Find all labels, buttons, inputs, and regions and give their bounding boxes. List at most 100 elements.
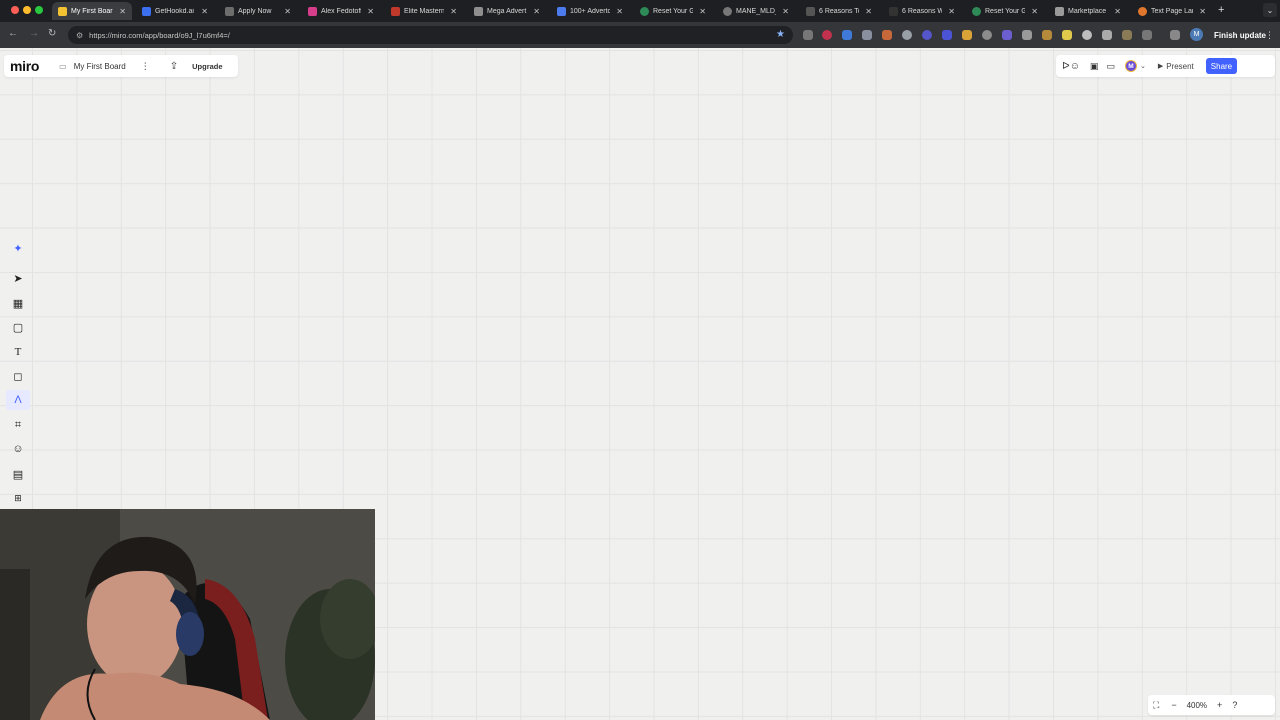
upgrade-button[interactable]: Upgrade [192, 62, 222, 71]
close-tab-icon[interactable]: ✕ [1031, 7, 1038, 16]
shapes-icon[interactable]: ◻ [6, 366, 30, 386]
site-favicon-icon [391, 6, 400, 16]
templates-icon[interactable]: ▦ [6, 293, 30, 313]
address-bar[interactable]: ⚙ https://miro.com/app/board/o9J_l7u6mf4… [68, 26, 793, 44]
webcam-overlay [0, 509, 375, 720]
close-tab-icon[interactable]: ✕ [367, 7, 374, 16]
extension-icon[interactable] [962, 30, 972, 40]
close-tab-icon[interactable]: ✕ [1114, 7, 1121, 16]
medium-favicon-icon [889, 6, 898, 16]
miro-logo[interactable]: miro [10, 58, 39, 74]
share-button[interactable]: Share [1205, 58, 1238, 74]
tab-title: GetHookd.ai [155, 7, 194, 15]
extension-icon[interactable] [1122, 30, 1132, 40]
browser-tab[interactable]: Reset Your G ✕ [966, 2, 1044, 20]
browser-tab[interactable]: 100+ Adverto ✕ [551, 2, 629, 20]
extension-icon[interactable] [862, 30, 872, 40]
browser-tab[interactable]: Elite Mastern ✕ [385, 2, 463, 20]
export-icon[interactable]: ⇪ [170, 61, 178, 72]
select-cursor-icon[interactable]: ➤ [6, 268, 30, 288]
close-tab-icon[interactable]: ✕ [1199, 7, 1206, 16]
extension-icon[interactable] [1142, 30, 1152, 40]
text-tool-icon[interactable]: T [6, 342, 30, 362]
extension-icon[interactable] [1102, 30, 1112, 40]
tab-search-chevron-icon[interactable]: ⌄ [1263, 3, 1277, 17]
extension-icon[interactable] [1002, 30, 1012, 40]
bookmark-star-icon[interactable]: ★ [776, 29, 785, 40]
browser-tab[interactable]: Marketplace ✕ [1049, 2, 1127, 20]
forward-arrow-icon[interactable]: → [29, 28, 39, 39]
browser-tab[interactable]: Mega Advert ✕ [468, 2, 546, 20]
zoom-controls: ⛶ − 400% + ? [1148, 695, 1275, 715]
close-tab-icon[interactable]: ✕ [450, 7, 457, 16]
close-tab-icon[interactable]: ✕ [119, 7, 126, 16]
zoom-out-icon[interactable]: − [1171, 700, 1176, 710]
present-label: Present [1166, 61, 1194, 71]
comment-icon[interactable]: ▤ [6, 464, 30, 484]
emoji-icon[interactable]: ☺ [6, 439, 30, 459]
browser-tab[interactable]: 6 Reasons W ✕ [883, 2, 961, 20]
sticky-note-icon[interactable]: ▢ [6, 317, 30, 337]
close-tab-icon[interactable]: ✕ [201, 7, 208, 16]
ai-sparkle-icon[interactable]: ✦ [6, 238, 30, 258]
zoom-level[interactable]: 400% [1187, 701, 1207, 710]
extensions-puzzle-icon[interactable] [1170, 30, 1180, 40]
browser-tab[interactable]: GetHookd.ai ✕ [136, 2, 214, 20]
pen-tool-icon[interactable]: Ʌ [6, 390, 30, 410]
close-tab-icon[interactable]: ✕ [699, 7, 706, 16]
extension-icon[interactable] [1082, 30, 1092, 40]
new-tab-icon[interactable]: + [1218, 4, 1224, 16]
reload-icon[interactable]: ↻ [48, 28, 56, 39]
comments-icon[interactable]: ▣ [1090, 61, 1099, 72]
browser-tab[interactable]: My First Boar ✕ [52, 2, 132, 20]
board-menu-icon[interactable]: ⋮ [141, 61, 150, 72]
browser-tab[interactable]: Reset Your G ✕ [634, 2, 712, 20]
browser-tab[interactable]: Alex Fedotoff ✕ [302, 2, 380, 20]
tab-title: Alex Fedotoff [321, 7, 362, 15]
maximize-window-button[interactable] [35, 6, 43, 14]
extension-icon[interactable] [1022, 30, 1032, 40]
board-title[interactable]: My First Board [74, 62, 126, 71]
extension-icon[interactable] [882, 30, 892, 40]
board-icon: ▭ [59, 61, 67, 71]
extension-icon[interactable] [982, 30, 992, 40]
extension-icon[interactable] [942, 30, 952, 40]
help-icon[interactable]: ? [1232, 700, 1237, 710]
board-header-panel: miro ▭ My First Board ⋮ ⇪ Upgrade [4, 55, 238, 77]
close-tab-icon[interactable]: ✕ [616, 7, 623, 16]
close-tab-icon[interactable]: ✕ [533, 7, 540, 16]
minimize-window-button[interactable] [23, 6, 31, 14]
browser-tab[interactable]: 6 Reasons To ✕ [800, 2, 878, 20]
video-call-icon[interactable]: ▭ [1106, 61, 1115, 72]
extension-icon[interactable] [822, 30, 832, 40]
user-avatar[interactable]: M [1124, 60, 1137, 72]
browser-menu-icon[interactable]: ⋮ [1265, 30, 1274, 41]
present-button[interactable]: ▶ Present [1158, 62, 1194, 71]
back-arrow-icon[interactable]: ← [8, 28, 18, 39]
docs-favicon-icon [557, 6, 566, 16]
frame-icon[interactable]: ⌗ [6, 415, 30, 435]
extension-icon[interactable] [842, 30, 852, 40]
extension-icon[interactable] [1062, 30, 1072, 40]
zoom-in-icon[interactable]: + [1217, 700, 1222, 710]
site-settings-icon[interactable]: ⚙ [76, 31, 83, 40]
profile-avatar[interactable]: M [1190, 28, 1203, 41]
extension-icon[interactable] [902, 30, 912, 40]
extension-icon[interactable] [803, 30, 813, 40]
extension-icon[interactable] [922, 30, 932, 40]
browser-tab[interactable]: Apply Now ✕ [219, 2, 297, 20]
browser-tab[interactable]: Text Page Lan ✕ [1132, 2, 1212, 20]
chevron-down-icon[interactable]: ⌄ [1140, 62, 1146, 70]
close-tab-icon[interactable]: ✕ [284, 7, 291, 16]
fit-to-screen-icon[interactable]: ⛶ [1153, 700, 1159, 711]
browser-tab[interactable]: MANE_MLD_ ✕ [717, 2, 795, 20]
close-tab-icon[interactable]: ✕ [948, 7, 955, 16]
close-window-button[interactable] [11, 6, 19, 14]
site-favicon-icon [972, 6, 981, 16]
finish-update-button[interactable]: Finish update [1208, 26, 1272, 44]
close-tab-icon[interactable]: ✕ [782, 7, 789, 16]
more-apps-icon[interactable]: ⊞ [6, 488, 30, 508]
extension-icon[interactable] [1042, 30, 1052, 40]
reactions-icon[interactable]: ᐅ☺ [1062, 61, 1080, 72]
close-tab-icon[interactable]: ✕ [865, 7, 872, 16]
